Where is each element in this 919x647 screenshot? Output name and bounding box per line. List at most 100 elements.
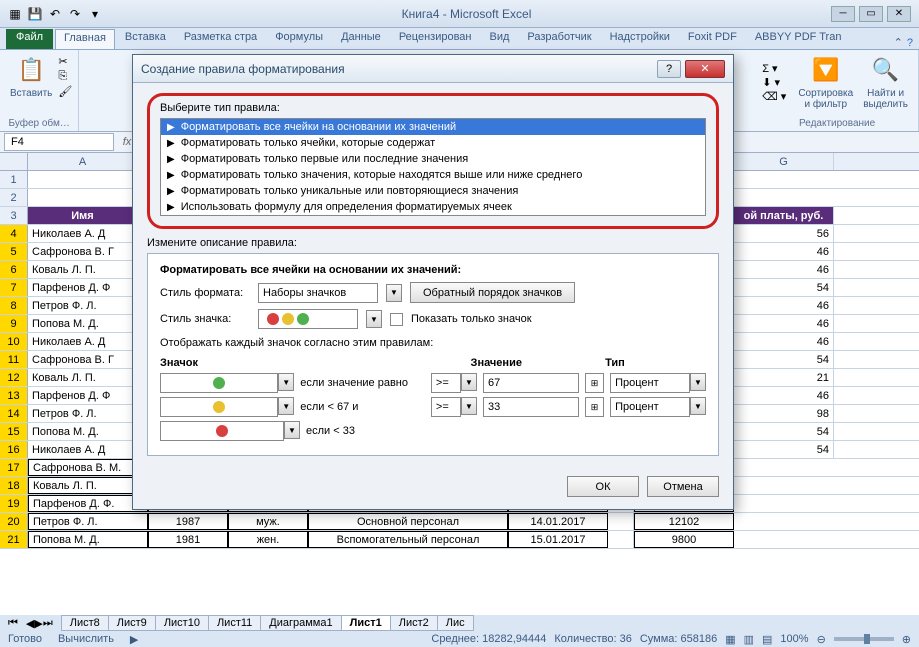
select-all-corner[interactable] — [0, 153, 28, 170]
operator-2-combo[interactable]: >= — [431, 397, 461, 417]
cell[interactable]: 54 — [734, 279, 834, 296]
minimize-button[interactable]: ─ — [831, 6, 855, 22]
cell[interactable]: Попова М. Д. — [28, 531, 148, 548]
cell[interactable]: 56 — [734, 225, 834, 242]
type-2-combo[interactable]: Процент — [610, 397, 690, 417]
cell[interactable]: муж. — [228, 513, 308, 530]
tab-formulas[interactable]: Формулы — [267, 29, 331, 49]
cancel-button[interactable]: Отмена — [647, 476, 719, 497]
cell[interactable]: 1981 — [148, 531, 228, 548]
sheet-tab[interactable]: Лист2 — [390, 615, 438, 631]
row-header[interactable]: 16 — [0, 441, 28, 458]
tab-home[interactable]: Главная — [55, 29, 115, 49]
row-header[interactable]: 20 — [0, 513, 28, 530]
cell[interactable]: Коваль Л. П. — [28, 369, 138, 386]
rule-type-item[interactable]: ▶Использовать формулу для определения фо… — [161, 199, 705, 215]
row-header[interactable]: 12 — [0, 369, 28, 386]
row-header[interactable]: 3 — [0, 207, 28, 224]
icon-select-1[interactable] — [160, 373, 278, 393]
row-header[interactable]: 17 — [0, 459, 28, 476]
dialog-close-button[interactable]: ✕ — [685, 60, 725, 78]
type-1-combo[interactable]: Процент — [610, 373, 690, 393]
copy-icon[interactable]: ⎘ — [58, 70, 72, 83]
row-header[interactable]: 18 — [0, 477, 28, 494]
cell[interactable]: Вспомогательный персонал — [308, 531, 508, 548]
autosum-icon[interactable]: Σ ▾ — [762, 62, 786, 75]
row-header[interactable]: 9 — [0, 315, 28, 332]
close-button[interactable]: ✕ — [887, 6, 911, 22]
row-header[interactable]: 10 — [0, 333, 28, 350]
tab-data[interactable]: Данные — [333, 29, 389, 49]
tab-insert[interactable]: Вставка — [117, 29, 174, 49]
cell[interactable]: Коваль Л. П. — [28, 261, 138, 278]
sheet-tab[interactable]: Лист8 — [61, 615, 109, 631]
icon-select-2[interactable] — [160, 397, 278, 417]
combo-dropdown-icon[interactable]: ▼ — [278, 397, 294, 415]
sheet-tab[interactable]: Лист11 — [208, 615, 261, 631]
row-header[interactable]: 5 — [0, 243, 28, 260]
combo-dropdown-icon[interactable]: ▼ — [284, 421, 300, 439]
tab-developer[interactable]: Разработчик — [519, 29, 599, 49]
cell[interactable]: 46 — [734, 333, 834, 350]
cell[interactable]: Сафронова В. Г — [28, 243, 138, 260]
file-tab[interactable]: Файл — [6, 29, 53, 49]
sort-filter-button[interactable]: 🔽 Сортировка и фильтр — [794, 52, 857, 112]
icon-select-3[interactable] — [160, 421, 284, 441]
row-header[interactable]: 14 — [0, 405, 28, 422]
clear-icon[interactable]: ⌫ ▾ — [762, 90, 786, 103]
icon-style-combo[interactable] — [258, 309, 358, 329]
cell[interactable]: Николаев А. Д — [28, 225, 138, 242]
cell[interactable]: 54 — [734, 441, 834, 458]
cell[interactable]: 54 — [734, 351, 834, 368]
combo-dropdown-icon[interactable]: ▼ — [461, 373, 477, 391]
tab-layout[interactable]: Разметка стра — [176, 29, 265, 49]
col-header[interactable]: A — [28, 153, 138, 170]
tab-abbyy[interactable]: ABBYY PDF Tran — [747, 29, 850, 49]
rule-type-item[interactable]: ▶Форматировать все ячейки на основании и… — [161, 119, 705, 135]
sheet-nav-next-icon[interactable]: ▶ — [34, 617, 42, 630]
combo-dropdown-icon[interactable]: ▼ — [690, 397, 706, 415]
cell[interactable]: Парфенов Д. Ф — [28, 279, 138, 296]
cell[interactable]: Попова М. Д. — [28, 315, 138, 332]
dialog-help-button[interactable]: ? — [657, 60, 681, 78]
tab-review[interactable]: Рецензирован — [391, 29, 480, 49]
table-header-cell[interactable]: Имя — [28, 207, 138, 224]
tab-view[interactable]: Вид — [482, 29, 518, 49]
view-layout-icon[interactable]: ▥ — [744, 633, 754, 646]
format-painter-icon[interactable]: 🖌 — [58, 85, 72, 98]
cell[interactable]: 46 — [734, 315, 834, 332]
view-pagebreak-icon[interactable]: ▤ — [762, 633, 772, 646]
cell[interactable]: 15.01.2017 — [508, 531, 608, 548]
cut-icon[interactable]: ✂ — [58, 55, 72, 68]
maximize-button[interactable]: ▭ — [859, 6, 883, 22]
rule-type-item[interactable]: ▶Форматировать только первые или последн… — [161, 151, 705, 167]
cell[interactable]: 1987 — [148, 513, 228, 530]
reverse-order-button[interactable]: Обратный порядок значков — [410, 282, 575, 303]
show-icon-only-checkbox[interactable] — [390, 313, 403, 326]
name-box[interactable]: F4 — [4, 133, 114, 151]
value-2-input[interactable]: 33 — [483, 397, 579, 417]
cell[interactable]: Парфенов Д. Ф — [28, 387, 138, 404]
cell[interactable]: Николаев А. Д — [28, 441, 138, 458]
cell[interactable]: Попова М. Д. — [28, 423, 138, 440]
status-macro-icon[interactable]: ▶ — [130, 633, 138, 646]
find-select-button[interactable]: 🔍 Найти и выделить — [859, 52, 912, 112]
cell[interactable]: Николаев А. Д — [28, 333, 138, 350]
cell[interactable]: Сафронова В. Г — [28, 351, 138, 368]
row-header[interactable]: 4 — [0, 225, 28, 242]
help-icon[interactable]: ? — [907, 37, 913, 49]
range-picker-icon[interactable]: ⊞ — [585, 397, 604, 417]
operator-1-combo[interactable]: >= — [431, 373, 461, 393]
cell[interactable]: Сафронова В. М. — [28, 459, 148, 476]
cell[interactable]: 46 — [734, 387, 834, 404]
dialog-titlebar[interactable]: Создание правила форматирования ? ✕ — [133, 55, 733, 83]
combo-dropdown-icon[interactable]: ▼ — [461, 397, 477, 415]
ribbon-minimize-icon[interactable]: ⌃ — [894, 36, 903, 49]
cell[interactable]: 46 — [734, 297, 834, 314]
format-style-combo[interactable]: Наборы значков — [258, 283, 378, 303]
sheet-nav-first-icon[interactable]: ⏮ — [0, 617, 26, 630]
sheet-tab[interactable]: Лист10 — [155, 615, 209, 631]
row-header[interactable]: 13 — [0, 387, 28, 404]
sheet-tab[interactable]: Лист9 — [108, 615, 156, 631]
paste-button[interactable]: 📋 Вставить — [6, 52, 56, 101]
